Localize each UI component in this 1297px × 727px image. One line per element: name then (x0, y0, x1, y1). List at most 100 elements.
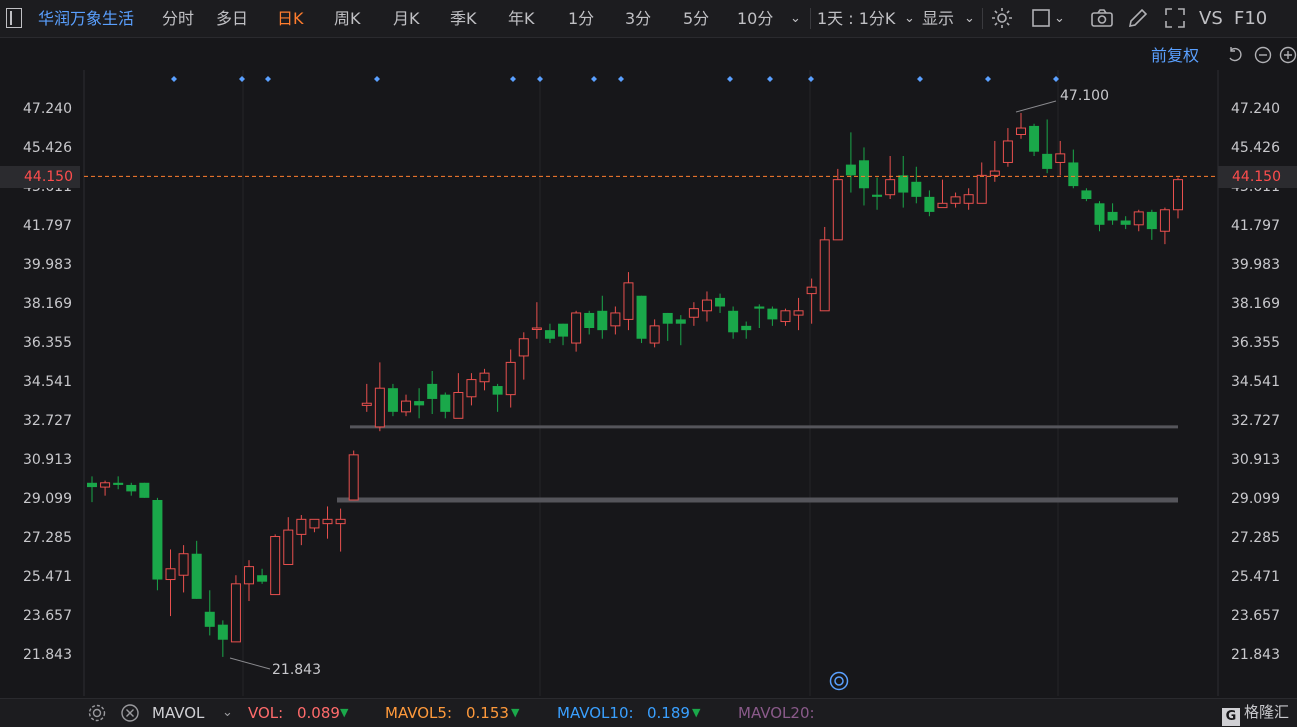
candle-body-up (374, 387, 385, 428)
candle-body-up (466, 379, 477, 398)
draw-pencil-icon[interactable] (1126, 6, 1150, 30)
candle-body-down (544, 330, 555, 339)
low-price-label: 21.843 (272, 662, 321, 678)
locate-target-icon[interactable] (829, 671, 849, 691)
tab-1min[interactable]: 1分 (568, 0, 594, 37)
f10-button[interactable]: F10 (1234, 0, 1267, 37)
candle-body-up (793, 310, 804, 316)
event-marker-icon (917, 76, 923, 82)
tab-weekly-k[interactable]: 周K (334, 0, 361, 37)
tab-quarterly-k[interactable]: 季K (450, 0, 477, 37)
candle-body-down (597, 310, 608, 331)
candle-body-down (662, 312, 673, 324)
price-axis-tick: 34.541 (23, 374, 72, 390)
gelonghui-logo: G 格隆汇 (1218, 698, 1297, 726)
candle-body-down (492, 386, 503, 395)
event-marker-icon (239, 76, 245, 82)
event-marker-icon (727, 76, 733, 82)
candle-body-up (453, 391, 464, 419)
candle-body-down (427, 383, 438, 399)
candle-body-up (1173, 179, 1183, 211)
candle-body-down (558, 323, 569, 337)
vs-compare-button[interactable]: VS (1199, 0, 1223, 37)
tab-3min[interactable]: 3分 (625, 0, 651, 37)
display-chevron-icon[interactable]: ⌄ (964, 0, 975, 37)
candle-body-up (1133, 211, 1144, 226)
interval-selector[interactable]: 1天 : 1分K (817, 0, 895, 37)
settings-gear-icon[interactable] (990, 6, 1014, 30)
candle-body-down (1081, 190, 1092, 200)
reset-icon[interactable] (1226, 46, 1244, 64)
tab-5min[interactable]: 5分 (683, 0, 709, 37)
layout-chevron-icon[interactable]: ⌄ (1054, 0, 1065, 37)
interval-chevron-icon[interactable]: ⌄ (904, 0, 915, 37)
current-price-tag-left: 44.150 (0, 166, 80, 188)
indicator-chevron-icon[interactable]: ⌄ (222, 699, 233, 727)
layout-square-icon[interactable] (1030, 6, 1054, 30)
display-menu[interactable]: 显示 (922, 0, 954, 37)
indicator-settings-gear-icon[interactable] (87, 703, 107, 723)
mavol10-down-arrow-icon: ▼ (692, 706, 701, 719)
price-axis-tick: 45.426 (23, 140, 72, 156)
price-axis-tick: 41.797 (1231, 218, 1280, 234)
high-price-label: 47.100 (1060, 88, 1109, 104)
event-marker-icon (1053, 76, 1059, 82)
zoom-in-icon[interactable] (1279, 46, 1297, 64)
zoom-out-icon[interactable] (1254, 46, 1272, 64)
tab-10min[interactable]: 10分 (737, 0, 773, 37)
sidebar-toggle-icon[interactable] (6, 8, 22, 28)
toolbar: 华润万象生活 分时 多日 日K 周K 月K 季K 年K 1分 3分 5分 10分… (0, 0, 1297, 38)
logo-g-icon: G (1222, 708, 1240, 726)
fullscreen-icon[interactable] (1163, 6, 1187, 30)
event-marker-icon (985, 76, 991, 82)
candle-body-down (858, 160, 869, 189)
candle-body-down (845, 164, 856, 176)
candle-body-up (885, 179, 896, 196)
candle-body-up (165, 568, 176, 581)
event-marker-icon (808, 76, 814, 82)
price-axis-tick: 29.099 (23, 491, 72, 507)
candle-body-up (1015, 127, 1026, 136)
price-axis-tick: 36.355 (23, 335, 72, 351)
price-axis-tick: 41.797 (23, 218, 72, 234)
price-axis-tick: 23.657 (23, 608, 72, 624)
candle-body-down (1042, 153, 1053, 169)
candle-body-up (244, 566, 255, 585)
candle-body-down (728, 310, 739, 333)
mavol5-down-arrow-icon: ▼ (511, 706, 520, 719)
candle-body-down (387, 388, 398, 412)
candle-body-down (1068, 162, 1079, 187)
tab-monthly-k[interactable]: 月K (393, 0, 420, 37)
candle-body-up (688, 308, 699, 318)
tab-intraday[interactable]: 分时 (162, 0, 194, 37)
tab-yearly-k[interactable]: 年K (508, 0, 535, 37)
price-axis-tick: 32.727 (1231, 413, 1280, 429)
candle-body-up (780, 310, 791, 323)
candle-body-down (1120, 220, 1131, 225)
indicator-close-icon[interactable] (120, 703, 140, 723)
event-marker-icon (171, 76, 177, 82)
candle-body-down (113, 482, 124, 485)
stock-name[interactable]: 华润万象生活 (38, 0, 134, 37)
candle-body-down (872, 194, 883, 197)
tab-daily-k[interactable]: 日K (277, 0, 304, 37)
mavol10-value: 0.189 (647, 704, 690, 722)
candle-body-up (937, 202, 948, 209)
candle-body-down (1107, 211, 1118, 221)
more-periods-chevron-icon[interactable]: ⌄ (790, 0, 801, 37)
price-axis-tick: 47.240 (23, 101, 72, 117)
price-adjust-selector[interactable]: 前复权 (1151, 44, 1199, 68)
candle-body-up (1159, 209, 1170, 232)
kline-chart[interactable] (0, 0, 1297, 726)
candle-body-up (361, 402, 372, 406)
candle-body-up (610, 312, 621, 327)
tab-multi-day[interactable]: 多日 (216, 0, 248, 37)
candle-body-up (976, 174, 987, 204)
event-marker-icon (537, 76, 543, 82)
candle-body-down (1146, 211, 1157, 230)
price-axis-tick: 38.169 (23, 296, 72, 312)
candle-body-down (898, 175, 909, 193)
camera-icon[interactable] (1090, 6, 1114, 30)
indicator-selector[interactable]: MAVOL (152, 699, 204, 727)
candle-body-up (296, 518, 307, 535)
